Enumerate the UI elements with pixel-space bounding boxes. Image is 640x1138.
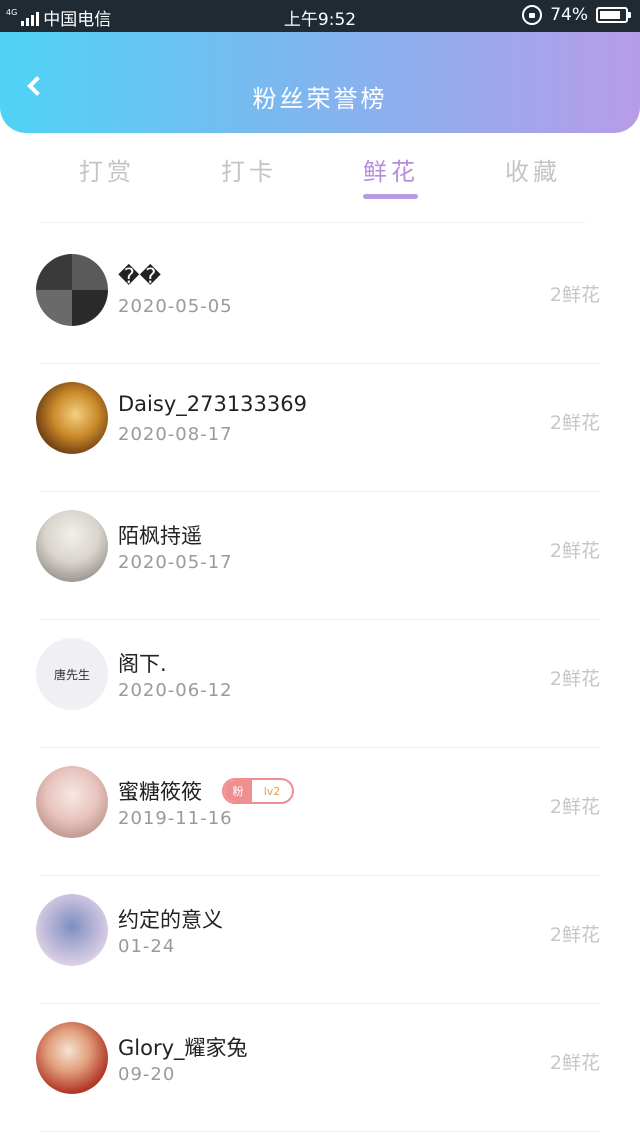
- battery-icon: [596, 7, 631, 23]
- tabs-divider: [40, 222, 586, 223]
- fan-date: 09-20: [118, 1064, 176, 1085]
- rotation-lock-icon: [522, 5, 543, 25]
- list-item[interactable]: 蜜糖筱筱 粉 lv2 2019-11-16 2鲜花: [0, 748, 640, 876]
- list-item[interactable]: 约定的意义 01-24 2鲜花: [0, 876, 640, 1004]
- fan-name: ��: [118, 264, 162, 288]
- fan-date: 01-24: [118, 936, 176, 957]
- tab-favorites[interactable]: 收藏: [478, 152, 588, 187]
- status-right: 74%: [522, 5, 631, 25]
- tab-checkin[interactable]: 打卡: [194, 152, 304, 187]
- list-item[interactable]: Glory_耀家兔 09-20 2鲜花: [0, 1004, 640, 1132]
- list-item[interactable]: �� 2020-05-05 2鲜花: [0, 236, 640, 364]
- app-header: 粉丝荣誉榜: [0, 32, 640, 133]
- battery-percent: 74%: [550, 5, 588, 25]
- tab-flowers[interactable]: 鲜花: [336, 152, 446, 187]
- fan-list: �� 2020-05-05 2鲜花 Daisy_273133369 2020-0…: [0, 236, 640, 1132]
- active-tab-indicator: [363, 194, 418, 199]
- avatar[interactable]: [36, 510, 108, 582]
- flower-count: 2鲜花: [549, 796, 600, 818]
- fan-date: 2020-05-17: [118, 552, 233, 573]
- list-item[interactable]: 陌枫持遥 2020-05-17 2鲜花: [0, 492, 640, 620]
- status-bar: 4G 中国电信 上午9:52 74%: [0, 0, 640, 32]
- avatar[interactable]: [36, 382, 108, 454]
- fan-date: 2020-05-05: [118, 296, 233, 317]
- fan-date: 2020-06-12: [118, 680, 233, 701]
- avatar[interactable]: [36, 254, 108, 326]
- fan-name: 蜜糖筱筱: [118, 780, 202, 804]
- fan-name: Glory_耀家兔: [118, 1036, 248, 1060]
- fan-date: 2020-08-17: [118, 424, 233, 445]
- avatar[interactable]: [36, 894, 108, 966]
- list-item[interactable]: Daisy_273133369 2020-08-17 2鲜花: [0, 364, 640, 492]
- row-divider: [40, 1131, 600, 1132]
- avatar[interactable]: [36, 1022, 108, 1094]
- page-title: 粉丝荣誉榜: [252, 85, 388, 113]
- fan-name: 约定的意义: [118, 908, 223, 932]
- fan-date: 2019-11-16: [118, 808, 233, 829]
- flower-count: 2鲜花: [549, 668, 600, 690]
- fan-name: Daisy_273133369: [118, 392, 307, 416]
- flower-count: 2鲜花: [549, 1052, 600, 1074]
- fan-name: 陌枫持遥: [118, 524, 202, 548]
- list-item[interactable]: 唐先生 阁下. 2020-06-12 2鲜花: [0, 620, 640, 748]
- avatar[interactable]: [36, 766, 108, 838]
- flower-count: 2鲜花: [549, 540, 600, 562]
- avatar-text: 唐先生: [53, 667, 90, 682]
- avatar[interactable]: 唐先生: [36, 638, 108, 710]
- flower-count: 2鲜花: [549, 924, 600, 946]
- badge-label: 粉: [224, 780, 252, 802]
- fan-name: 阁下.: [118, 652, 167, 676]
- fan-level-badge: 粉 lv2: [222, 778, 294, 804]
- flower-count: 2鲜花: [549, 412, 600, 434]
- tab-bar: 打赏 打卡 鲜花 收藏: [0, 140, 640, 202]
- flower-count: 2鲜花: [549, 284, 600, 306]
- tab-tips[interactable]: 打赏: [52, 152, 162, 187]
- badge-level: lv2: [263, 784, 281, 798]
